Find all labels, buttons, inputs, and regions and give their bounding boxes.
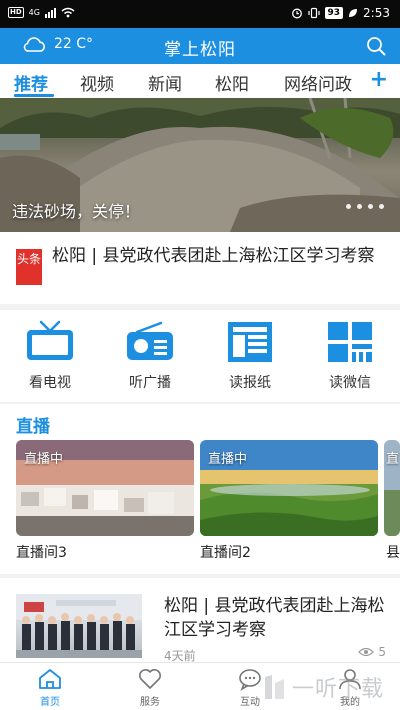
battery-level: 93 [324, 7, 344, 19]
nav-services[interactable]: 服务 [110, 667, 190, 708]
live-room-name: 县 [386, 545, 400, 561]
section-divider [0, 402, 400, 404]
status-right: 93 2:53 [291, 6, 390, 20]
active-tab-indicator [14, 94, 54, 97]
tab-online-inquiry[interactable]: 网络问政 [284, 70, 352, 95]
hd-badge: HD [8, 7, 24, 18]
live-status-badge: 直播中 [24, 452, 64, 467]
headline-news[interactable]: 头条 松阳 | 县党政代表团赴上海松江区学习考察 [0, 232, 400, 304]
live-room-card[interactable]: 直播中 [16, 440, 194, 536]
quick-links: 看电视 听广播 读报纸 读微信 [0, 310, 400, 402]
quick-label: 读微信 [329, 375, 371, 391]
site-watermark: 一听下载 [262, 668, 398, 706]
news-views: 5 [358, 645, 386, 659]
home-icon [39, 669, 61, 689]
search-icon[interactable] [366, 36, 386, 56]
read-wechat-button[interactable]: 读微信 [300, 320, 400, 392]
wifi-icon [61, 7, 75, 18]
wechat-article-icon [328, 322, 372, 362]
alarm-icon [291, 8, 302, 19]
banner-caption: 违法砂场，关停！ [12, 202, 141, 221]
tab-songyang[interactable]: 松阳 [215, 70, 249, 95]
tab-recommend[interactable]: 推荐 [14, 70, 48, 95]
live-status-badge: 直 [386, 452, 400, 467]
news-title: 松阳 | 县党政代表团赴上海松江区学习考察 [164, 596, 385, 640]
app-title: 掌上松阳 [164, 40, 236, 60]
quick-label: 读报纸 [229, 375, 271, 391]
tab-video[interactable]: 视频 [80, 70, 114, 95]
heart-icon [139, 669, 161, 689]
add-channel-button[interactable]: + [370, 67, 388, 92]
live-room-name: 直播间2 [200, 545, 251, 561]
status-bar: HD 4G 93 2:53 [0, 0, 400, 28]
carousel-indicators [346, 204, 384, 209]
app-header: 22 C° 掌上松阳 [0, 28, 400, 64]
read-newspaper-button[interactable]: 读报纸 [200, 320, 300, 392]
nav-label: 服务 [140, 697, 160, 708]
nav-home[interactable]: 首页 [10, 667, 90, 708]
live-room-name: 直播间3 [16, 545, 67, 561]
clock: 2:53 [363, 6, 390, 20]
live-status-badge: 直播中 [208, 452, 248, 467]
vibrate-icon [307, 7, 320, 19]
news-thumbnail [16, 594, 142, 658]
news-list-item[interactable]: 松阳 | 县党政代表团赴上海松江区学习考察 4天前 5 [0, 588, 400, 663]
newspaper-icon [228, 322, 272, 362]
section-divider [0, 574, 400, 578]
live-section-title: 直播 [16, 417, 50, 437]
watermark-text: 一听下载 [292, 677, 385, 702]
live-room-card[interactable]: 直播中 [200, 440, 378, 536]
tv-icon [27, 320, 73, 360]
quick-label: 看电视 [29, 375, 71, 391]
nav-label: 首页 [40, 697, 60, 708]
eye-icon [358, 647, 375, 657]
news-view-count: 5 [378, 645, 386, 659]
watch-tv-button[interactable]: 看电视 [0, 320, 100, 392]
chat-bubble-icon [239, 669, 261, 691]
quick-label: 听广播 [129, 375, 171, 391]
watermark-logo [265, 675, 284, 699]
signal-icon [44, 7, 56, 18]
leaf-icon [349, 9, 358, 17]
status-left: HD 4G [8, 7, 75, 18]
headline-badge: 头条 [16, 249, 42, 285]
radio-icon [127, 321, 173, 360]
headline-title: 松阳 | 县党政代表团赴上海松江区学习考察 [52, 246, 375, 266]
channel-tabs: 推荐 视频 新闻 松阳 网络问政 + [0, 64, 400, 98]
banner-carousel[interactable]: 违法砂场，关停！ [0, 98, 400, 232]
listen-radio-button[interactable]: 听广播 [100, 320, 200, 392]
tab-news[interactable]: 新闻 [148, 70, 182, 95]
live-room-card[interactable]: 直 [384, 440, 400, 536]
network-type: 4G [28, 8, 40, 17]
news-photo [16, 594, 142, 658]
